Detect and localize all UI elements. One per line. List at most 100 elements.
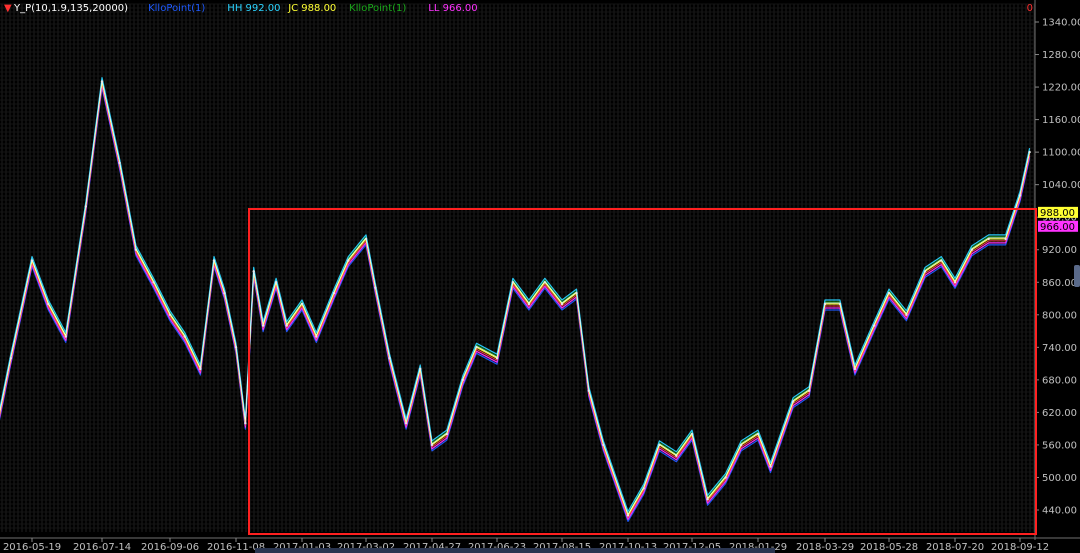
data-point — [887, 291, 891, 295]
legend-item: LL 966.00 — [428, 3, 477, 14]
data-point — [404, 422, 408, 425]
x-tick-label: 2018-05-28 — [860, 542, 918, 553]
data-point — [527, 302, 531, 306]
data-point — [1028, 150, 1031, 154]
data-point — [923, 270, 927, 273]
data-point — [364, 237, 368, 241]
data-point — [706, 498, 709, 501]
data-point — [511, 281, 515, 284]
data-point — [658, 443, 661, 447]
legend-item: HH 992.00 — [227, 3, 280, 14]
data-point — [602, 443, 605, 447]
data-point — [47, 302, 50, 306]
data-point — [183, 335, 186, 338]
horizontal-scrollbar[interactable] — [255, 548, 775, 553]
data-point — [30, 259, 34, 262]
x-tick-label: 2016-07-14 — [73, 542, 131, 553]
data-point — [953, 281, 957, 284]
data-point — [223, 291, 226, 295]
legend-item: JC 988.00 — [287, 3, 336, 14]
price-tag-label: 966.00 — [1040, 222, 1075, 233]
x-tick-label: 2018-07-20 — [926, 542, 984, 553]
y-tick-label: 1340.00 — [1042, 18, 1080, 29]
y-tick-label: 860.00 — [1042, 278, 1077, 289]
data-point — [495, 357, 499, 360]
data-point — [724, 476, 727, 479]
y-tick-label: 920.00 — [1042, 245, 1077, 256]
data-point — [152, 281, 155, 284]
data-point — [940, 259, 943, 262]
legend-marker: ▼ — [4, 3, 12, 14]
data-point — [199, 367, 202, 371]
data-point — [300, 302, 304, 306]
x-tick-label: 2018-09-12 — [991, 542, 1049, 553]
corner-mark: 0 — [1027, 3, 1033, 14]
data-point — [445, 432, 448, 436]
y-tick-label: 1040.00 — [1042, 180, 1080, 191]
y-tick-label: 440.00 — [1042, 506, 1077, 517]
data-point — [740, 443, 743, 447]
data-point — [769, 465, 772, 468]
data-point — [212, 259, 216, 262]
chart-area: 1340.00 1280.00 1220.00 1160.00 1100.00 1040.… — [0, 0, 1080, 553]
data-point — [626, 514, 630, 517]
data-point — [285, 324, 288, 327]
data-point — [905, 313, 908, 316]
x-tick-label: 2016-09-06 — [141, 542, 199, 553]
data-point — [84, 205, 88, 208]
data-point — [419, 367, 422, 371]
data-point — [823, 302, 827, 306]
data-point — [388, 357, 391, 360]
data-point — [234, 346, 238, 349]
data-point — [872, 324, 876, 327]
y-tick-label: 500.00 — [1042, 473, 1077, 484]
data-point — [134, 248, 138, 251]
legend-item: KlloPoint(1) — [349, 3, 406, 14]
data-point — [690, 432, 694, 436]
y-tick-label: 1220.00 — [1042, 83, 1080, 94]
data-point — [1018, 194, 1022, 197]
data-point — [430, 443, 434, 447]
data-point — [252, 270, 255, 273]
y-tick-label: 1100.00 — [1042, 148, 1080, 159]
data-point — [642, 487, 645, 490]
data-point — [575, 291, 578, 295]
y-tick-label: 1160.00 — [1042, 115, 1080, 126]
y-tick-label: 620.00 — [1042, 408, 1077, 419]
x-tick-label: 2018-03-29 — [796, 542, 854, 553]
data-point — [987, 237, 990, 241]
data-point — [168, 313, 172, 316]
data-point — [807, 389, 811, 392]
data-point — [118, 161, 121, 165]
vertical-scroll-thumb[interactable] — [1074, 265, 1080, 287]
data-point — [587, 389, 590, 392]
data-point — [347, 259, 350, 262]
data-point — [64, 335, 68, 338]
data-point — [792, 400, 795, 403]
data-point — [315, 335, 318, 338]
x-tick-label: 2016-05-19 — [3, 542, 61, 553]
y-tick-label: 1280.00 — [1042, 50, 1080, 61]
data-point — [970, 248, 974, 251]
y-tick-label: 680.00 — [1042, 375, 1077, 386]
data-point — [9, 357, 12, 360]
data-point — [543, 281, 546, 284]
data-point — [853, 367, 857, 371]
data-point — [261, 324, 265, 327]
data-point — [560, 302, 564, 306]
data-point — [274, 281, 278, 284]
data-point — [374, 286, 377, 289]
data-point — [332, 291, 336, 295]
data-point — [244, 422, 247, 425]
data-point — [100, 80, 104, 83]
data-point — [461, 378, 464, 382]
data-point — [475, 346, 478, 349]
y-tick-label: 800.00 — [1042, 310, 1077, 321]
y-tick-label: 560.00 — [1042, 440, 1077, 451]
data-point — [1004, 237, 1007, 241]
data-point — [756, 432, 760, 436]
legend-item: KlloPoint(1) — [148, 3, 205, 14]
data-point — [838, 302, 842, 306]
price-chart: 1340.00 1280.00 1220.00 1160.00 1100.00 1040.… — [0, 0, 1080, 553]
y-tick-label: 740.00 — [1042, 343, 1077, 354]
